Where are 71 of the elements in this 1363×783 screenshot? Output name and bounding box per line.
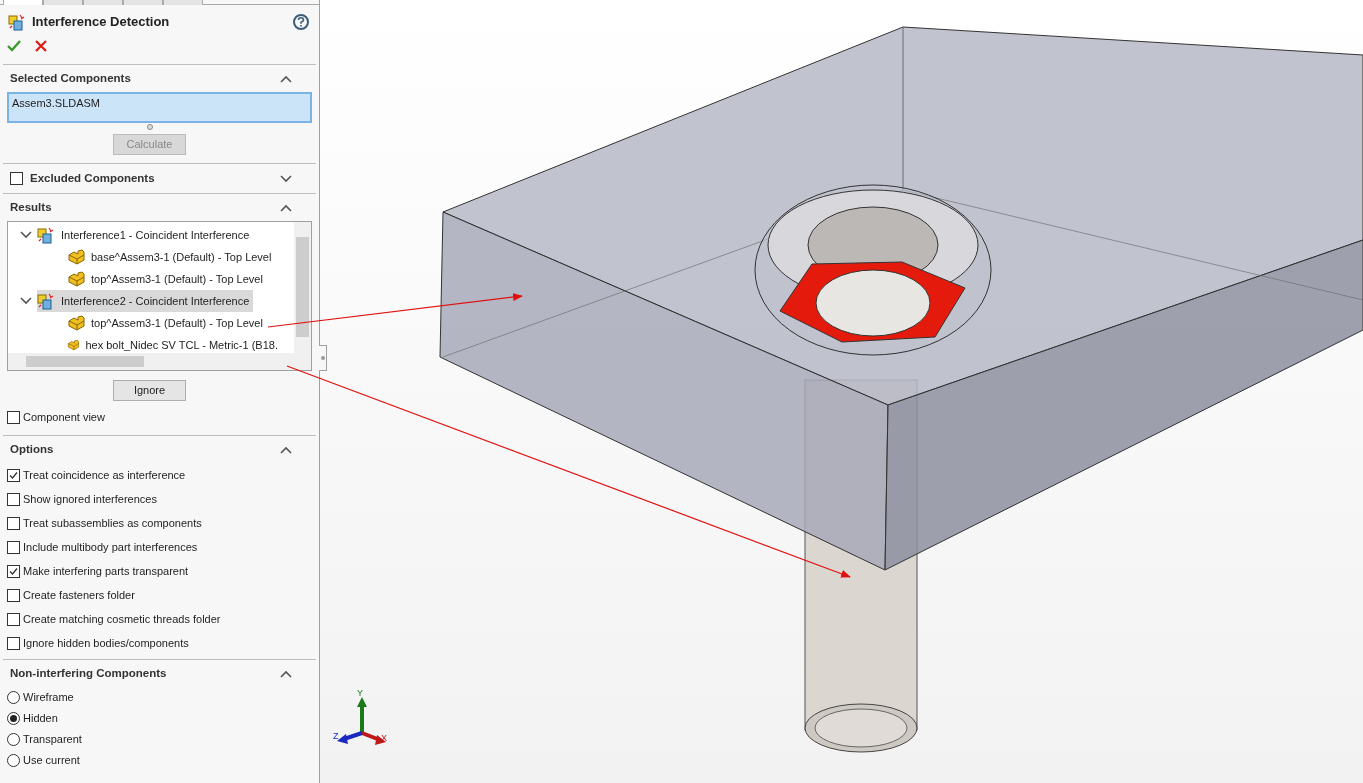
checkbox[interactable]: [7, 410, 20, 424]
tree-item-label: Interference2 - Coincident Interference: [61, 293, 250, 309]
tree-item-label: top^Assem3-1 (Default) - Top Level: [91, 315, 263, 331]
axis-label: Z: [333, 732, 339, 741]
tree-expander-icon[interactable]: [20, 297, 32, 305]
checkbox[interactable]: [7, 612, 20, 626]
checkbox-label: Treat coincidence as interference: [23, 467, 186, 483]
tree-item-label: top^Assem3-1 (Default) - Top Level: [91, 271, 263, 287]
section-heading: Excluded Components: [30, 170, 155, 186]
interference-icon: [37, 292, 55, 310]
collapse-chevron-icon[interactable]: [280, 669, 292, 678]
radio-button[interactable]: [7, 754, 20, 767]
axis-triad-drawing: [337, 697, 386, 745]
checkbox[interactable]: [10, 172, 23, 185]
checkbox[interactable]: [7, 516, 20, 530]
section-heading: Non-interfering Components: [10, 665, 167, 681]
part-icon: [67, 271, 85, 287]
collapse-chevron-icon[interactable]: [280, 74, 292, 83]
tree-expander-icon[interactable]: [20, 231, 32, 239]
expand-chevron-icon[interactable]: [280, 174, 292, 183]
radio-label: Transparent: [23, 732, 82, 748]
checkbox[interactable]: [7, 468, 20, 482]
collapse-chevron-icon[interactable]: [280, 445, 292, 454]
radio-label: Hidden: [23, 711, 58, 727]
checkbox[interactable]: [7, 636, 20, 650]
tree-item[interactable]: base^Assem3-1 (Default) - Top Level: [8, 246, 278, 268]
checkbox[interactable]: [7, 564, 20, 578]
radio-label: Use current: [23, 753, 80, 769]
radio-button[interactable]: [7, 712, 20, 725]
tree-item-label: Interference1 - Coincident Interference: [61, 227, 250, 243]
radio-label: Wireframe: [23, 690, 74, 706]
tree-item-label: hex bolt_Nidec SV TCL - Metric-1 (B18.: [85, 337, 278, 353]
part-icon: [67, 315, 85, 331]
tree-item[interactable]: hex bolt_Nidec SV TCL - Metric-1 (B18.: [8, 334, 278, 356]
panel-splitter-handle[interactable]: [319, 345, 327, 371]
cancel-x-icon[interactable]: [35, 40, 47, 52]
panel-title: Interference Detection: [32, 13, 170, 32]
part-icon: [67, 249, 85, 265]
section-heading: Selected Components: [10, 70, 131, 86]
tree-item[interactable]: Interference1 - Coincident Interference: [37, 224, 254, 246]
selection-field[interactable]: Assem3.SLDASM: [7, 92, 312, 123]
checkbox-label: Create matching cosmetic threads folder: [23, 611, 221, 627]
tree-item[interactable]: top^Assem3-1 (Default) - Top Level: [8, 268, 278, 290]
checkbox[interactable]: [7, 540, 20, 554]
ok-checkmark-icon[interactable]: [7, 40, 21, 52]
part-icon: [67, 337, 80, 353]
checkbox[interactable]: [7, 492, 20, 506]
checkbox-label: Include multibody part interferences: [23, 539, 198, 555]
tree-item-label: base^Assem3-1 (Default) - Top Level: [91, 249, 272, 265]
resize-handle[interactable]: [146, 124, 153, 130]
help-icon[interactable]: [293, 14, 309, 30]
tree-item[interactable]: top^Assem3-1 (Default) - Top Level: [8, 312, 278, 334]
tree-item[interactable]: Interference2 - Coincident Interference: [37, 290, 254, 312]
section-heading: Results: [10, 199, 52, 215]
checkbox-label: Make interfering parts transparent: [23, 563, 189, 579]
vertical-scrollbar[interactable]: [294, 222, 311, 353]
collapse-chevron-icon[interactable]: [280, 203, 292, 212]
section-heading: Options: [10, 441, 54, 457]
checkbox-label: Show ignored interferences: [23, 491, 157, 507]
interference-icon: [8, 13, 26, 31]
interference-icon: [37, 226, 55, 244]
axis-label: Y: [357, 689, 363, 698]
horizontal-scrollbar[interactable]: [8, 353, 311, 370]
checkbox[interactable]: [7, 588, 20, 602]
checkbox-label: Component view: [23, 409, 105, 425]
radio-button[interactable]: [7, 691, 20, 704]
checkbox-label: Create fasteners folder: [23, 587, 135, 603]
ignore-button[interactable]: Ignore: [113, 380, 186, 401]
checkbox-label: Treat subassemblies as components: [23, 515, 202, 531]
radio-button[interactable]: [7, 733, 20, 746]
checkbox-label: Ignore hidden bodies/components: [23, 635, 189, 651]
